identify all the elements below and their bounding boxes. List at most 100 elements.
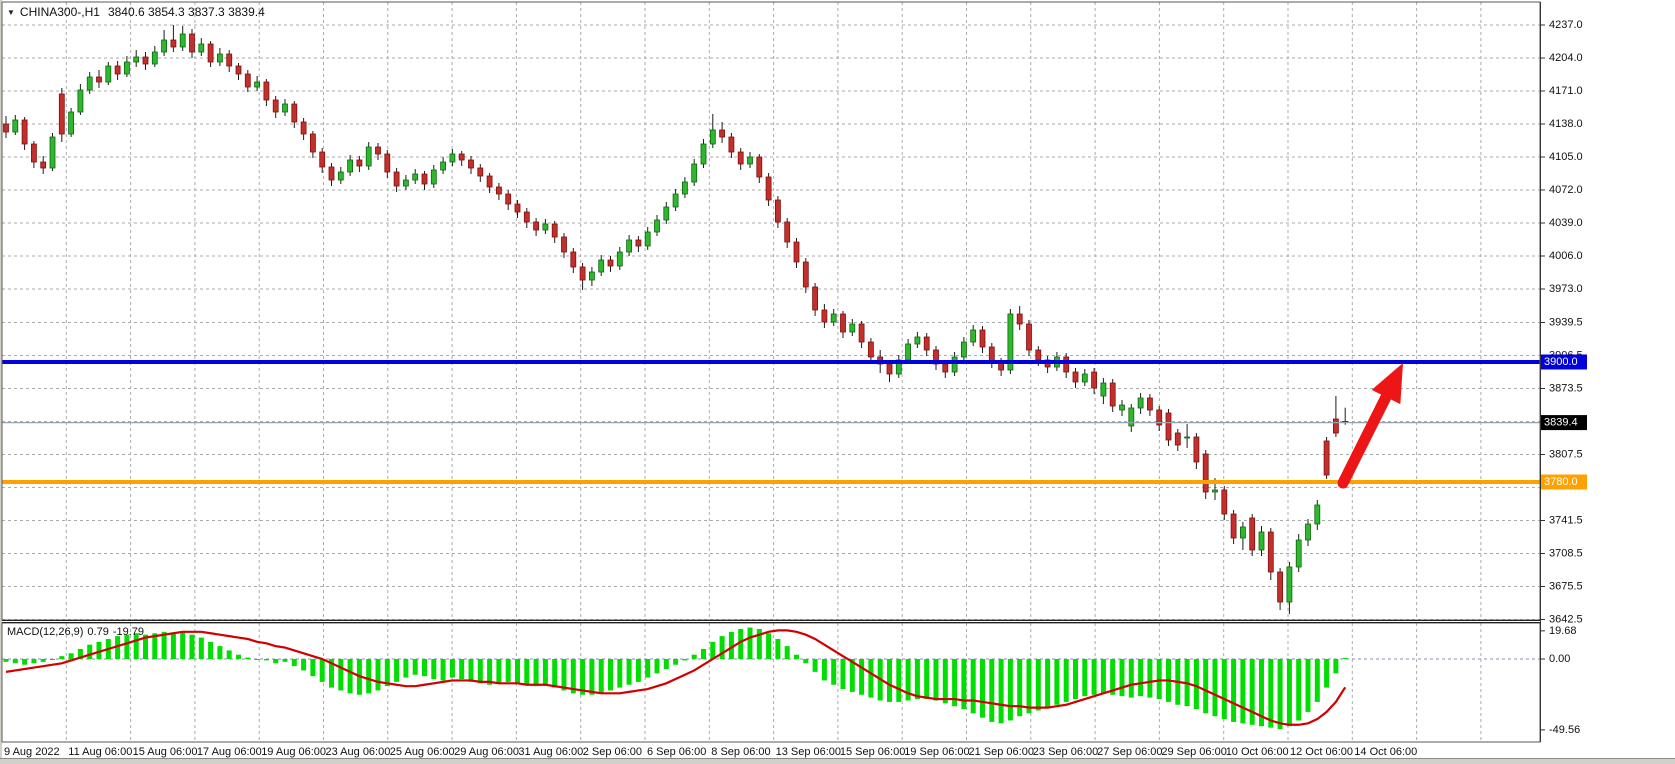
time-label: 13 Sep 06:00: [776, 746, 841, 758]
macd-bar: [562, 659, 567, 690]
candle: [422, 174, 427, 184]
candle: [1064, 357, 1069, 372]
macd-bar: [422, 659, 427, 676]
macd-bar: [589, 659, 594, 695]
macd-bar: [255, 659, 260, 660]
macd-bar: [338, 659, 343, 690]
macd-bar: [822, 659, 827, 680]
candle: [664, 207, 669, 220]
time-label: 29 Sep 06:00: [1161, 746, 1226, 758]
candle: [589, 272, 594, 280]
candle: [1324, 441, 1329, 475]
macd-bar: [1157, 659, 1162, 699]
price-tick-label: 4039.0: [1549, 217, 1583, 229]
candle: [720, 130, 725, 137]
macd-bar: [264, 659, 269, 660]
macd-bar: [1073, 659, 1078, 699]
macd-bar: [208, 642, 213, 659]
candle: [143, 57, 148, 64]
candle: [208, 44, 213, 62]
chart-window: 4237.04204.04171.04138.04105.04072.04039…: [0, 0, 1675, 764]
candle: [1240, 527, 1245, 538]
macd-bar: [459, 659, 464, 679]
macd-bar: [673, 659, 678, 665]
macd-bar: [1138, 659, 1143, 696]
symbol-dropdown-icon[interactable]: ▼: [7, 8, 15, 17]
macd-bar: [552, 659, 557, 688]
candle: [1147, 398, 1152, 410]
macd-bar: [199, 638, 204, 659]
price-tick-label: 3741.5: [1549, 515, 1583, 527]
candle: [78, 90, 83, 112]
candle: [748, 157, 753, 164]
candle: [199, 44, 204, 52]
candle: [1092, 372, 1097, 388]
macd-bar: [1129, 659, 1134, 698]
candle: [283, 104, 288, 112]
macd-bar: [1343, 658, 1348, 659]
candle: [766, 177, 771, 200]
candle: [301, 122, 306, 134]
price-tick-label: 4204.0: [1549, 52, 1583, 64]
price-tick-label: 3973.0: [1549, 283, 1583, 295]
candle: [775, 200, 780, 222]
candle: [850, 324, 855, 332]
macd-bar: [292, 659, 297, 666]
candle: [1278, 572, 1283, 602]
candle: [134, 57, 139, 62]
candle: [50, 137, 55, 168]
candle: [394, 172, 399, 186]
macd-bar: [413, 659, 418, 675]
macd-bar: [1333, 659, 1338, 673]
candle: [459, 154, 464, 160]
time-label: 25 Aug 06:00: [390, 746, 455, 758]
candle: [1110, 383, 1115, 406]
candle: [701, 144, 706, 164]
candle: [1120, 405, 1125, 410]
candle: [952, 357, 957, 372]
time-label: 12 Oct 06:00: [1290, 746, 1353, 758]
candle: [329, 167, 334, 180]
candle: [989, 347, 994, 362]
time-label: 2 Sep 06:00: [583, 746, 642, 758]
macd-bar: [1278, 659, 1283, 729]
macd-bar: [69, 653, 74, 659]
macd-bar: [999, 659, 1004, 723]
candle: [171, 40, 176, 47]
macd-bar: [1213, 659, 1218, 716]
candle: [543, 224, 548, 230]
macd-bar: [636, 659, 641, 682]
candle: [627, 240, 632, 252]
macd-bar: [134, 633, 139, 659]
time-label: 8 Sep 06:00: [711, 746, 770, 758]
macd-bar: [273, 659, 278, 663]
macd-bar: [617, 659, 622, 688]
candle: [1213, 490, 1218, 492]
macd-bar: [841, 659, 846, 689]
time-label: 17 Aug 06:00: [197, 746, 262, 758]
chart-canvas[interactable]: 4237.04204.04171.04138.04105.04072.04039…: [0, 0, 1675, 764]
price-tick-label: 3807.5: [1549, 449, 1583, 461]
candle: [245, 74, 250, 87]
macd-bar: [645, 659, 650, 678]
candle: [385, 154, 390, 172]
time-label: 15 Sep 06:00: [840, 746, 905, 758]
candle: [524, 212, 529, 222]
candle: [1166, 413, 1171, 440]
blue-line-chip-label: 3900.0: [1544, 356, 1578, 368]
macd-bar: [506, 659, 511, 682]
candle: [673, 194, 678, 207]
candle: [255, 82, 260, 87]
bid-chip-label: 3839.4: [1544, 417, 1578, 429]
candle: [1129, 408, 1134, 426]
price-tick-label: 4237.0: [1549, 19, 1583, 31]
macd-bar: [1194, 659, 1199, 709]
candle: [190, 34, 195, 52]
macd-bar: [831, 659, 836, 685]
macd-bar: [655, 659, 660, 673]
candle: [310, 134, 315, 152]
macd-bar: [701, 649, 706, 659]
candle: [915, 337, 920, 344]
candle: [87, 77, 92, 90]
candle: [1194, 437, 1199, 462]
